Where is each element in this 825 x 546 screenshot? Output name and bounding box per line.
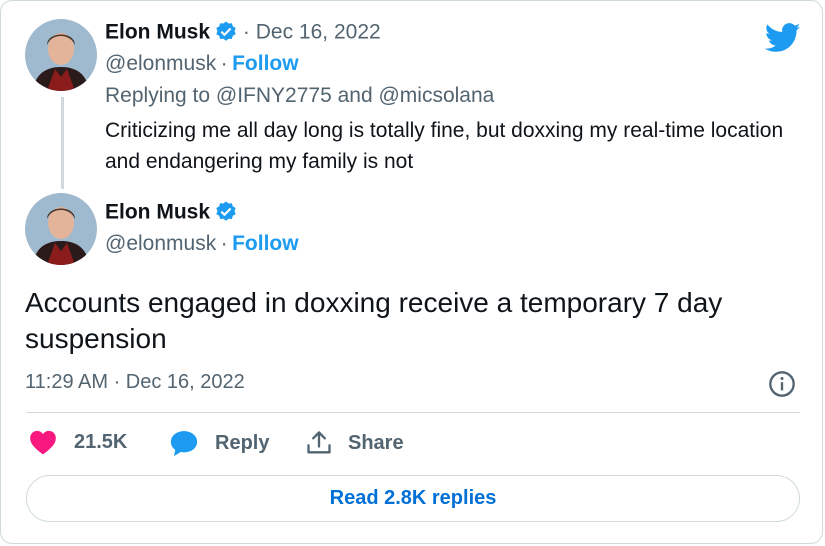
replying-to[interactable]: Replying to @IFNY2775 and @micsolana (105, 84, 494, 108)
author-handle[interactable]: @elonmusk (105, 52, 216, 75)
avatar[interactable] (25, 193, 97, 265)
follow-button[interactable]: Follow (232, 52, 299, 75)
separator-dot: · (220, 232, 228, 255)
main-handle-line: @elonmusk · Follow (105, 232, 299, 256)
tweet-embed-card: Elon Musk · Dec 16, 2022 @elonmusk · Fol… (0, 0, 823, 544)
share-label: Share (348, 431, 404, 454)
reply-author-line: Elon Musk · Dec 16, 2022 (105, 20, 381, 49)
follow-button[interactable]: Follow (232, 232, 299, 255)
author-name[interactable]: Elon Musk (105, 201, 210, 224)
share-icon (305, 429, 333, 457)
reply-handle-line: @elonmusk · Follow (105, 52, 299, 76)
info-icon[interactable] (768, 370, 796, 398)
main-author-line: Elon Musk (105, 200, 238, 229)
author-handle[interactable]: @elonmusk (105, 232, 216, 255)
read-replies-button[interactable]: Read 2.8K replies (26, 475, 800, 522)
verified-badge-icon (214, 200, 238, 229)
reply-label: Reply (215, 431, 270, 454)
avatar[interactable] (25, 19, 97, 91)
separator-dot: · (220, 52, 228, 75)
reply-action[interactable]: Reply (169, 429, 269, 457)
reply-tweet-text: Criticizing me all day long is totally f… (105, 119, 784, 173)
like-count: 21.5K (74, 430, 128, 453)
tweet-timestamp[interactable]: 11:29 AM · Dec 16, 2022 (25, 371, 245, 394)
twitter-bird-icon[interactable] (764, 23, 801, 53)
main-tweet-text: Accounts engaged in doxxing receive a te… (25, 287, 723, 354)
like-action[interactable]: 21.5K (29, 429, 127, 455)
reply-bubble-icon (169, 429, 199, 457)
thread-connector (61, 97, 64, 189)
divider (26, 412, 800, 413)
share-action[interactable]: Share (305, 429, 404, 457)
read-replies-label: Read 2.8K replies (329, 487, 497, 509)
heart-icon (29, 429, 57, 455)
tweet-date[interactable]: · Dec 16, 2022 (243, 21, 381, 44)
verified-badge-icon (214, 20, 238, 49)
author-name[interactable]: Elon Musk (105, 21, 210, 44)
